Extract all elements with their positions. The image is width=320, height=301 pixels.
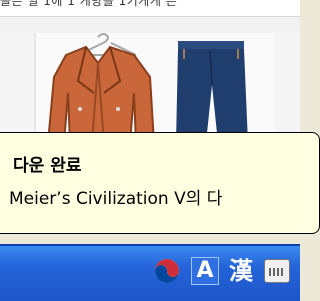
right-margin [274, 33, 300, 138]
page-band [0, 17, 300, 33]
left-margin [0, 33, 34, 138]
jeans-image[interactable] [172, 33, 252, 138]
jeans-body [176, 49, 248, 138]
ime-hanja-button[interactable]: 漢 [226, 256, 256, 286]
korean-flag-icon[interactable] [152, 256, 182, 286]
product-banner[interactable] [34, 33, 300, 138]
ime-hanja-label: 漢 [229, 257, 253, 285]
download-complete-balloon[interactable]: 다운 완료 Meier’s Civilization V의 다 [0, 132, 320, 234]
page-text-line: 들은 낄 1에 1 게방을 1기게게 은 [0, 0, 178, 8]
leather-jacket-image[interactable] [38, 33, 168, 138]
keyboard-settings-icon[interactable] [262, 256, 292, 286]
taskbar-divider [0, 244, 300, 246]
keyboard-icon [264, 259, 290, 283]
ime-language-label: A [191, 257, 219, 285]
ime-language-button[interactable]: A [190, 256, 220, 286]
browser-page: 들은 낄 1에 1 게방을 1기게게 은 [0, 0, 300, 138]
balloon-message: Meier’s Civilization V의 다 [9, 189, 223, 209]
balloon-title: 다운 완료 [13, 156, 82, 176]
